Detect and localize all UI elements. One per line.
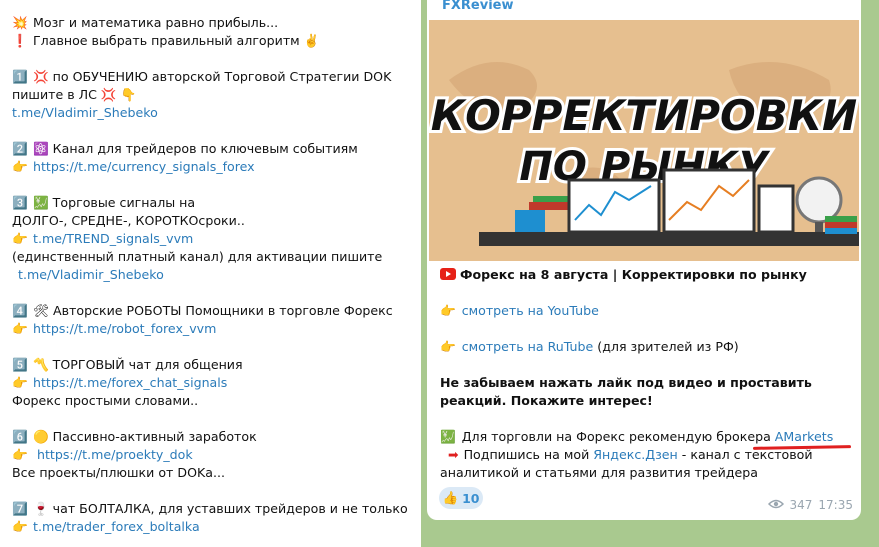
description-text: 💹 Торговые сигналы на	[33, 195, 196, 210]
description-line: 7️⃣ 🍷 чат БОЛТАЛКА, для уставших трейдеро…	[12, 500, 412, 518]
emoji-icon: 💥	[12, 15, 28, 30]
reaction-count: 10	[462, 490, 480, 506]
description-link[interactable]: t.me/Vladimir_Shebeko	[18, 267, 164, 282]
description-link[interactable]: https://t.me/proekty_dok	[33, 447, 193, 462]
emoji-icon: 2️⃣	[12, 141, 28, 156]
emoji-icon: 7️⃣	[12, 501, 28, 516]
post-bubble: FXReview КОРРЕКТИРОВКИ ПО РЫНКУ Форекс н…	[427, 0, 861, 520]
emoji-icon: 👉	[12, 519, 28, 534]
emoji-icon: 👉	[12, 375, 28, 390]
broker-text: Для торговли на Форекс рекомендую брокер…	[461, 429, 775, 444]
point-right-icon: 👉	[440, 339, 456, 354]
description-line: t.me/Vladimir_Shebeko	[12, 104, 412, 122]
description-line: Все проекты/плюшки от DOKа...	[12, 464, 412, 482]
description-line: 1️⃣ 💢 по ОБУЧЕНИЮ авторской Торговой Стра…	[12, 68, 412, 86]
description-line: 👉 https://t.me/forex_chat_signals	[12, 374, 412, 392]
description-text: Все проекты/плюшки от DOKа...	[12, 465, 225, 480]
youtube-icon	[440, 267, 460, 282]
youtube-line: 👉 смотреть на YouTube	[440, 302, 852, 320]
thumb-title-line1: КОРРЕКТИРОВКИ	[431, 91, 857, 140]
reaction-like-button[interactable]: 👍 10	[439, 487, 483, 509]
emoji-icon: 👉	[12, 231, 28, 246]
description-line: пишите в ЛС 💢 👇	[12, 86, 412, 104]
post-title-line: Форекс на 8 августа | Корректировки по р…	[440, 266, 852, 284]
arrow-right-icon: ➡	[448, 447, 459, 462]
emoji-icon: 👉	[12, 447, 28, 462]
description-link[interactable]: https://t.me/currency_signals_forex	[33, 159, 255, 174]
view-count: 347	[789, 498, 813, 512]
description-text: 🛠 Авторские РОБОТЫ Помощники в торговле …	[33, 303, 393, 318]
description-text: 🍷 чат БОЛТАЛКА, для уставших трейдеров и…	[33, 501, 408, 516]
dzen-link[interactable]: Яндекс.Дзен	[593, 447, 678, 462]
description-text: 〽️ ТОРГОВЫЙ чат для общения	[33, 357, 243, 372]
emoji-icon: 5️⃣	[12, 357, 28, 372]
rutube-note: (для зрителей из РФ)	[593, 339, 739, 354]
description-line: 5️⃣ 〽️ ТОРГОВЫЙ чат для общения	[12, 356, 412, 374]
post-meta: 347 17:35	[767, 498, 853, 512]
post-time: 17:35	[818, 498, 853, 512]
channel-description: 💥 Мозг и математика равно прибыль... ❗ Глав…	[12, 14, 412, 536]
description-text: (единственный платный канал) для активац…	[12, 249, 383, 264]
emoji-icon: ❗	[12, 33, 28, 48]
thumbnail-art: КОРРЕКТИРОВКИ ПО РЫНКУ	[429, 20, 859, 261]
emoji-icon: 👉	[12, 321, 28, 336]
post-author[interactable]: FXReview	[442, 0, 514, 13]
description-text: Главное выбрать правильный алгоритм ✌️	[33, 33, 320, 48]
description-line: ❗ Главное выбрать правильный алгоритм ✌️	[12, 32, 412, 50]
description-line: 👉 t.me/trader_forex_boltalka	[12, 518, 412, 536]
description-text: ⚛️ Канал для трейдеров по ключевым событ…	[33, 141, 358, 156]
description-text: Мозг и математика равно прибыль...	[33, 15, 279, 30]
description-link[interactable]: https://t.me/forex_chat_signals	[33, 375, 227, 390]
description-line: 👉 https://t.me/proekty_dok	[12, 446, 412, 464]
description-line: Форекс простыми словами..	[12, 392, 412, 410]
description-line: t.me/Vladimir_Shebeko	[12, 266, 412, 284]
rutube-line: 👉 смотреть на RuTube (для зрителей из РФ)	[440, 338, 852, 356]
broker-line: 💹 Для торговли на Форекс рекомендую броке…	[440, 428, 852, 446]
dzen-pre: Подпишись на мой	[463, 447, 594, 462]
rutube-link[interactable]: смотреть на RuTube	[462, 339, 594, 354]
description-text: Форекс простыми словами..	[12, 393, 199, 408]
appeal-text: Не забываем нажать лайк под видео и прос…	[440, 375, 812, 408]
description-line: ДОЛГО-, СРЕДНЕ-, КОРОТКОсроки..	[12, 212, 412, 230]
emoji-icon: 4️⃣	[12, 303, 28, 318]
emoji-icon: 1️⃣	[12, 69, 28, 84]
post-title: Форекс на 8 августа | Корректировки по р…	[460, 267, 807, 282]
broker-link[interactable]: AMarkets	[775, 429, 833, 444]
description-link[interactable]: https://t.me/robot_forex_vvm	[33, 321, 216, 336]
description-link[interactable]: t.me/trader_forex_boltalka	[33, 519, 200, 534]
video-thumbnail[interactable]: КОРРЕКТИРОВКИ ПО РЫНКУ	[429, 20, 859, 261]
description-link[interactable]: t.me/Vladimir_Shebeko	[12, 105, 158, 120]
description-line: 💥 Мозг и математика равно прибыль...	[12, 14, 412, 32]
youtube-link[interactable]: смотреть на YouTube	[462, 303, 599, 318]
description-line: 3️⃣ 💹 Торговые сигналы на	[12, 194, 412, 212]
emoji-icon: 👉	[12, 159, 28, 174]
chart-icon: 💹	[440, 429, 456, 444]
description-line: (единственный платный канал) для активац…	[12, 248, 412, 266]
description-line: 2️⃣ ⚛️ Канал для трейдеров по ключевым со…	[12, 140, 412, 158]
description-line: 👉 https://t.me/robot_forex_vvm	[12, 320, 412, 338]
description-line: 4️⃣ 🛠 Авторские РОБОТЫ Помощники в торгов…	[12, 302, 412, 320]
emoji-icon: 3️⃣	[12, 195, 28, 210]
description-line: 👉 https://t.me/currency_signals_forex	[12, 158, 412, 176]
description-line: 👉 t.me/TREND_signals_vvm	[12, 230, 412, 248]
post-text: Форекс на 8 августа | Корректировки по р…	[440, 266, 852, 482]
eye-icon	[767, 498, 784, 512]
description-text: пишите в ЛС 💢 👇	[12, 87, 137, 102]
description-text: ДОЛГО-, СРЕДНЕ-, КОРОТКОсроки..	[12, 213, 245, 228]
point-right-icon: 👉	[440, 303, 456, 318]
dzen-line: ➡ Подпишись на мой Яндекс.Дзен - канал с …	[440, 446, 852, 482]
description-line: 6️⃣ 🟡 Пассивно-активный заработок	[12, 428, 412, 446]
description-link[interactable]: t.me/TREND_signals_vvm	[33, 231, 193, 246]
emoji-icon: 6️⃣	[12, 429, 28, 444]
description-text: 🟡 Пассивно-активный заработок	[33, 429, 257, 444]
thumbs-up-icon: 👍	[442, 490, 459, 505]
description-text: 💢 по ОБУЧЕНИЮ авторской Торговой Стратег…	[33, 69, 392, 84]
